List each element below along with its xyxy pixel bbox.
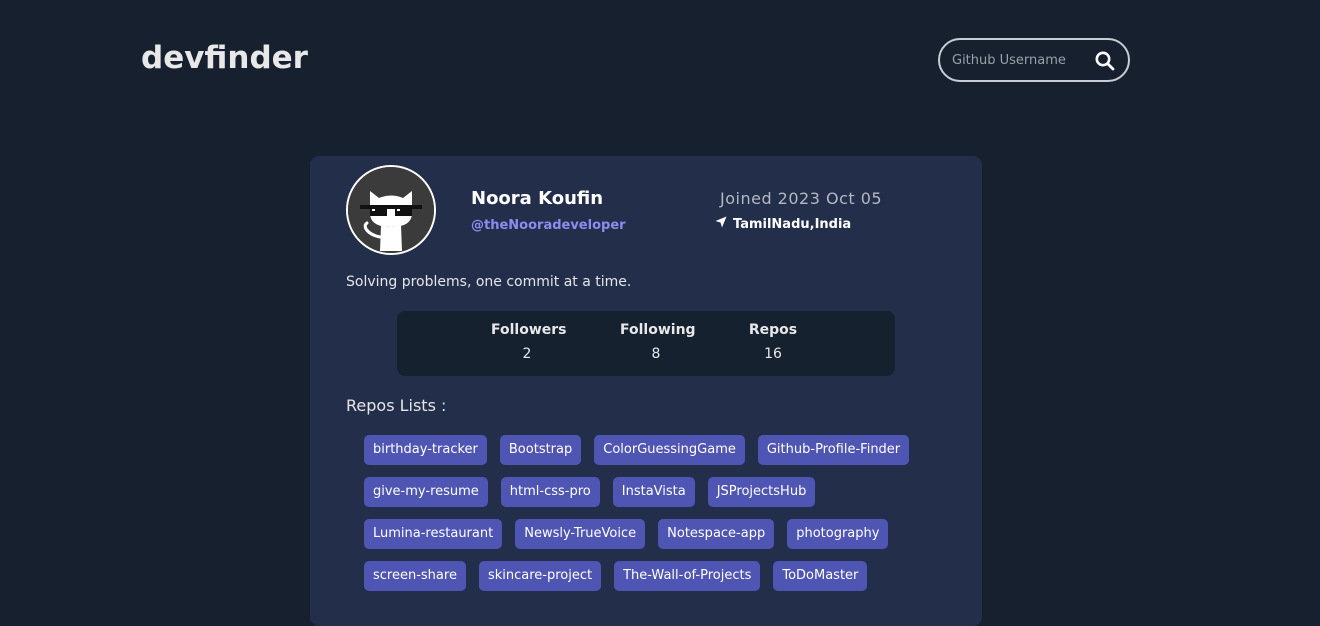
search-icon[interactable] — [1094, 50, 1116, 72]
location-text: TamilNadu,India — [733, 216, 852, 232]
profile-card: Noora Koufin @theNooradeveloper Joined 2… — [310, 156, 982, 626]
avatar — [346, 165, 436, 255]
repo-tag[interactable]: screen-share — [364, 561, 466, 591]
stat-label: Repos — [748, 322, 798, 338]
joined-date: Joined 2023 Oct 05 — [720, 189, 883, 208]
repo-tag[interactable]: ColorGuessingGame — [594, 435, 745, 465]
stat-value: 16 — [764, 346, 782, 362]
repo-tag[interactable]: InstaVista — [612, 477, 695, 507]
stat-followers: Followers 2 — [491, 322, 567, 362]
profile-login-link[interactable]: @theNooradeveloper — [471, 218, 626, 233]
repo-tag[interactable]: Notespace-app — [658, 519, 775, 549]
stat-following: Following 8 — [620, 322, 696, 362]
repo-tag[interactable]: JSProjectsHub — [707, 477, 816, 507]
location-arrow-icon — [715, 216, 727, 232]
app-header: devfinder — [0, 0, 1320, 130]
stats-panel: Followers 2 Following 8 Repos 16 — [397, 311, 895, 376]
stat-label: Following — [620, 322, 696, 338]
repo-tag[interactable]: give-my-resume — [364, 477, 488, 507]
app-logo: devfinder — [141, 40, 308, 76]
repo-tag[interactable]: Lumina-restaurant — [364, 519, 503, 549]
repo-tag[interactable]: html-css-pro — [500, 477, 600, 507]
repo-tag[interactable]: ToDoMaster — [773, 561, 868, 591]
repos-list: birthday-tracker Bootstrap ColorGuessing… — [364, 435, 944, 591]
repos-list-heading: Repos Lists : — [346, 396, 447, 415]
repo-tag[interactable]: skincare-project — [478, 561, 602, 591]
repo-tag[interactable]: Github-Profile-Finder — [757, 435, 910, 465]
repo-tag[interactable]: birthday-tracker — [364, 435, 487, 465]
profile-bio: Solving problems, one commit at a time. — [346, 274, 632, 290]
stat-value: 2 — [522, 346, 532, 362]
repo-tag[interactable]: Bootstrap — [499, 435, 582, 465]
stat-value: 8 — [651, 346, 661, 362]
stat-label: Followers — [491, 322, 567, 338]
search-box — [938, 38, 1130, 82]
stat-repos: Repos 16 — [745, 322, 801, 362]
search-input[interactable] — [952, 52, 1090, 68]
repo-tag[interactable]: photography — [787, 519, 889, 549]
repo-tag[interactable]: Newsly-TrueVoice — [515, 519, 646, 549]
profile-location: TamilNadu,India — [715, 216, 851, 232]
profile-name: Noora Koufin — [471, 188, 604, 209]
repo-tag[interactable]: The-Wall-of-Projects — [614, 561, 761, 591]
